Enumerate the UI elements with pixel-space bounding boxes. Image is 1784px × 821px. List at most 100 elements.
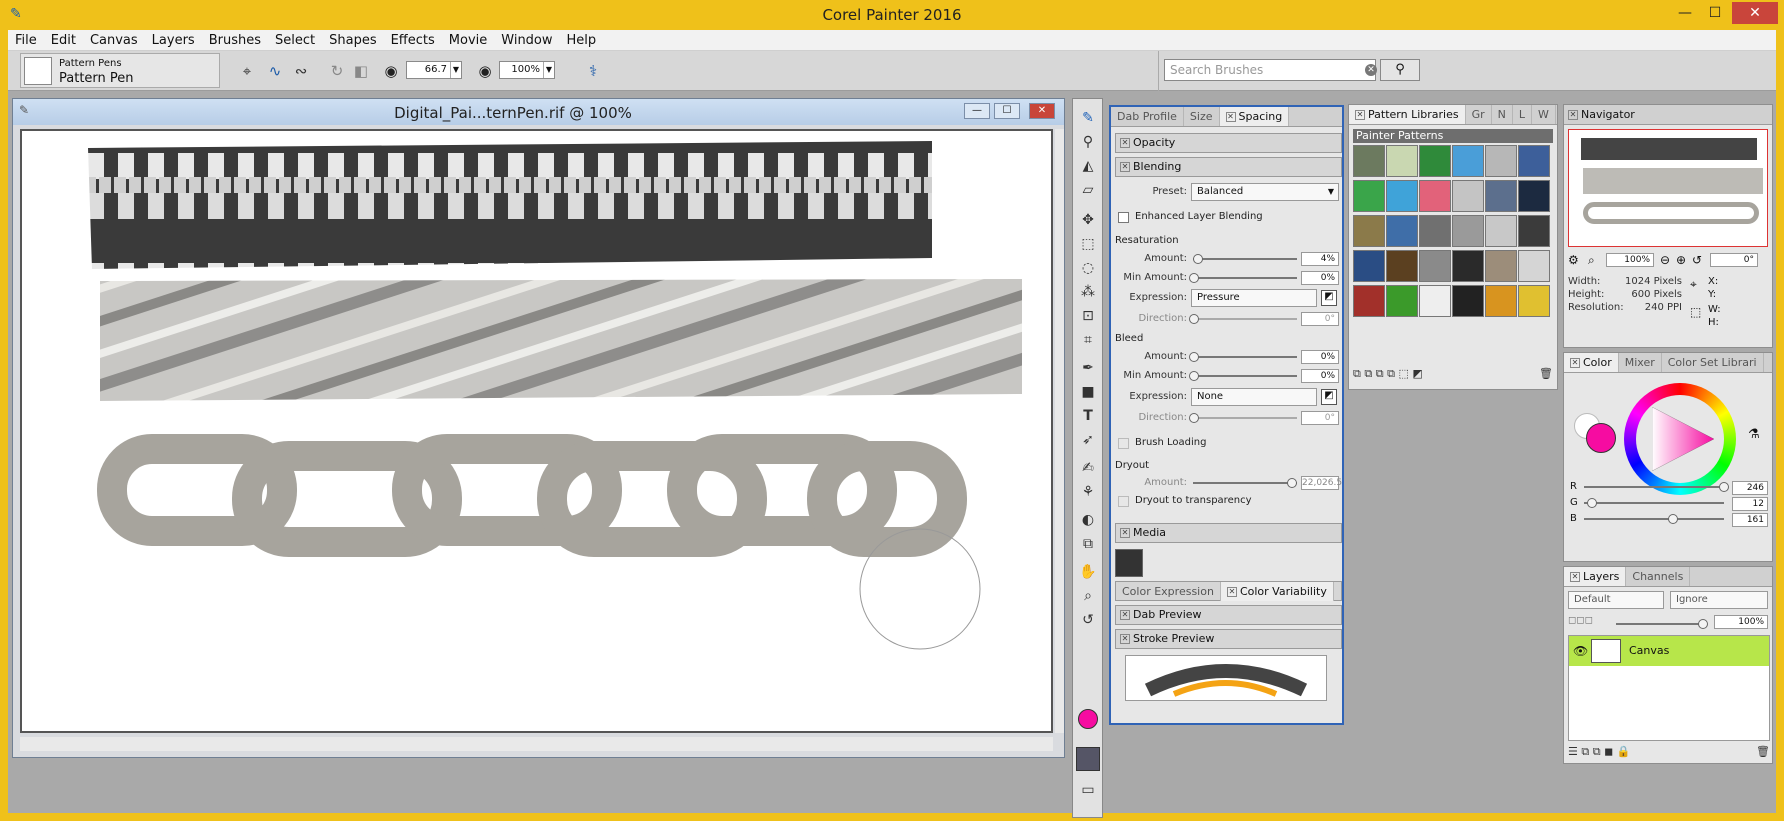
slider-knob[interactable] bbox=[1587, 498, 1597, 508]
r-value[interactable]: 246 bbox=[1732, 481, 1768, 495]
close-icon[interactable]: ✕ bbox=[1120, 528, 1130, 538]
vertical-scrollbar[interactable] bbox=[1055, 129, 1064, 733]
layer-opacity-value[interactable]: 100% bbox=[1714, 615, 1768, 629]
capture-pattern-icon[interactable]: ⧉ bbox=[1364, 367, 1372, 380]
bleed-min-value[interactable]: 0% bbox=[1301, 369, 1339, 383]
pattern-swatch[interactable] bbox=[1386, 180, 1418, 212]
invert-expression-icon[interactable]: ◩ bbox=[1321, 389, 1337, 405]
rubber-stamp-icon[interactable]: ⚘ bbox=[1077, 481, 1099, 503]
pattern-swatch[interactable] bbox=[1419, 145, 1451, 177]
pattern-swatch[interactable] bbox=[1518, 215, 1550, 247]
horizontal-scrollbar[interactable] bbox=[20, 737, 1053, 751]
maximize-button[interactable]: ☐ bbox=[1700, 2, 1730, 24]
rect-select-icon[interactable]: ⬚ bbox=[1077, 233, 1099, 255]
media-selector-icon[interactable]: ▭ bbox=[1077, 779, 1099, 801]
pattern-swatch[interactable] bbox=[1485, 285, 1517, 317]
pattern-swatch[interactable] bbox=[1452, 145, 1484, 177]
close-icon[interactable]: ✕ bbox=[1225, 112, 1236, 122]
pattern-swatch[interactable] bbox=[1485, 250, 1517, 282]
edit-pattern-icon[interactable]: ◩ bbox=[1412, 367, 1422, 380]
freehand-stroke-icon[interactable]: ∿ bbox=[264, 60, 286, 82]
crop-tool-icon[interactable]: ⌗ bbox=[1077, 329, 1099, 351]
lasso-tool-icon[interactable]: ◌ bbox=[1077, 257, 1099, 279]
menu-layers[interactable]: Layers bbox=[145, 30, 202, 51]
doc-close-button[interactable]: ✕ bbox=[1029, 103, 1055, 119]
mirror-icon[interactable]: ◧ bbox=[350, 60, 372, 82]
tab-looks[interactable]: L bbox=[1513, 105, 1532, 124]
export-pattern-icon[interactable]: ⧉ bbox=[1387, 367, 1395, 380]
stroke-preview-header[interactable]: ✕ Stroke Preview bbox=[1115, 629, 1342, 649]
menu-help[interactable]: Help bbox=[560, 30, 604, 51]
brush-tracking-icon[interactable]: ⚕ bbox=[582, 60, 604, 82]
b-slider[interactable] bbox=[1584, 514, 1724, 524]
pattern-swatch[interactable] bbox=[1518, 285, 1550, 317]
composite-method-select[interactable]: Default bbox=[1568, 591, 1664, 609]
close-icon[interactable]: ✕ bbox=[1120, 138, 1130, 148]
close-icon[interactable]: ✕ bbox=[1120, 634, 1130, 644]
doc-minimize-button[interactable]: — bbox=[964, 103, 990, 119]
pattern-swatch[interactable] bbox=[1353, 215, 1385, 247]
invert-expression-icon[interactable]: ◩ bbox=[1321, 290, 1337, 306]
brush-selector[interactable]: Pattern Pens Pattern Pen bbox=[20, 53, 220, 88]
resat-direction-value[interactable]: 0° bbox=[1301, 312, 1339, 326]
slider-knob[interactable] bbox=[1719, 482, 1729, 492]
rotate-page-icon[interactable]: ↺ bbox=[1077, 609, 1099, 631]
pattern-swatch[interactable] bbox=[1386, 145, 1418, 177]
pattern-swatch[interactable] bbox=[1419, 215, 1451, 247]
zoom-icon[interactable]: ⌕ bbox=[1588, 253, 1595, 268]
rectangle-tool-icon[interactable]: ■ bbox=[1077, 381, 1099, 403]
color-picker-icon[interactable]: ⚗ bbox=[1748, 427, 1760, 442]
doc-maximize-button[interactable]: ☐ bbox=[994, 103, 1020, 119]
bleed-amount-slider[interactable] bbox=[1189, 352, 1297, 362]
search-icon[interactable]: ⚲ bbox=[1380, 59, 1420, 81]
pen-tool-icon[interactable]: ✒ bbox=[1077, 357, 1099, 379]
resat-direction-slider[interactable] bbox=[1189, 314, 1297, 324]
size-dropdown-icon[interactable]: ▼ bbox=[450, 62, 461, 78]
canvas[interactable] bbox=[20, 129, 1053, 733]
clear-search-icon[interactable]: ✕ bbox=[1365, 64, 1377, 76]
shape-selection-icon[interactable]: ➶ bbox=[1077, 429, 1099, 451]
hue-ring[interactable] bbox=[1624, 383, 1736, 495]
bleed-expression-select[interactable]: None bbox=[1191, 388, 1317, 406]
slider-knob[interactable] bbox=[1668, 514, 1678, 524]
pattern-swatch[interactable] bbox=[1353, 250, 1385, 282]
layer-commands-icon[interactable]: ☰ bbox=[1568, 745, 1578, 758]
dropper-tool-icon[interactable]: ⚲ bbox=[1077, 131, 1099, 153]
menu-window[interactable]: Window bbox=[494, 30, 559, 51]
canvas-artwork[interactable] bbox=[22, 131, 1051, 731]
tab-channels[interactable]: Channels bbox=[1626, 567, 1691, 586]
zoom-in-icon[interactable]: ⊕ bbox=[1676, 253, 1686, 267]
paper-swatch[interactable] bbox=[1076, 747, 1100, 771]
menu-edit[interactable]: Edit bbox=[44, 30, 83, 51]
tab-color-set-libraries[interactable]: Color Set Librari bbox=[1662, 353, 1764, 372]
close-icon[interactable]: ✕ bbox=[1120, 162, 1130, 172]
navigator-preview[interactable] bbox=[1568, 129, 1768, 247]
brush-loading-checkbox[interactable] bbox=[1118, 438, 1129, 449]
dryout-amount-value[interactable]: 22,026.5 bbox=[1301, 476, 1342, 490]
tab-spacing[interactable]: ✕ Spacing bbox=[1219, 107, 1290, 126]
zoom-out-icon[interactable]: ⊖ bbox=[1660, 253, 1670, 267]
slider-knob[interactable] bbox=[1287, 478, 1297, 488]
eraser-tool-icon[interactable]: ▱ bbox=[1077, 179, 1099, 201]
bleed-direction-slider[interactable] bbox=[1189, 413, 1297, 423]
stroke-attribute-icon[interactable]: ↻ bbox=[326, 60, 348, 82]
resat-expression-select[interactable]: Pressure bbox=[1191, 289, 1317, 307]
slider-knob[interactable] bbox=[1189, 352, 1199, 362]
resat-min-slider[interactable] bbox=[1189, 273, 1297, 283]
opacity-dropdown-icon[interactable]: ▼ bbox=[543, 62, 554, 78]
magnifier-icon[interactable]: ⌕ bbox=[1077, 585, 1099, 607]
brush-tool-icon[interactable]: ✎ bbox=[1077, 107, 1099, 129]
pattern-swatch[interactable] bbox=[1452, 215, 1484, 247]
slider-knob[interactable] bbox=[1189, 371, 1199, 381]
layer-opacity-slider[interactable] bbox=[1616, 619, 1708, 629]
trash-icon[interactable]: 🗑 bbox=[1756, 745, 1770, 758]
straight-line-icon[interactable]: ∾ bbox=[290, 60, 312, 82]
tab-gradients[interactable]: Gr bbox=[1466, 105, 1492, 124]
menu-shapes[interactable]: Shapes bbox=[322, 30, 383, 51]
menu-canvas[interactable]: Canvas bbox=[83, 30, 145, 51]
text-tool-icon[interactable]: T bbox=[1077, 405, 1099, 427]
menu-select[interactable]: Select bbox=[268, 30, 322, 51]
close-icon[interactable]: ✕ bbox=[1226, 587, 1237, 597]
slider-knob[interactable] bbox=[1193, 254, 1203, 264]
pattern-swatch[interactable] bbox=[1419, 285, 1451, 317]
